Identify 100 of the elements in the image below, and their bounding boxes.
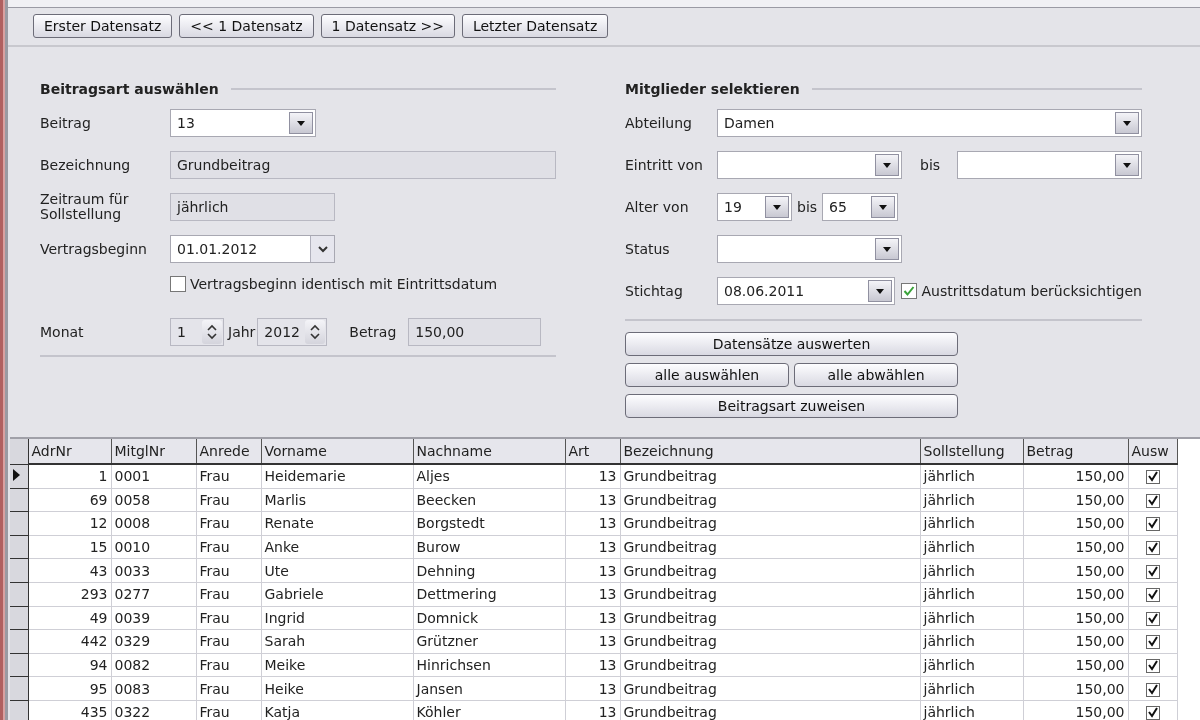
date-field[interactable]: 01.01.2012 [170,235,335,263]
table-corner [10,439,28,464]
column-header[interactable]: Art [565,439,620,464]
table-cell: 150,00 [1023,488,1128,512]
table-cell: 0058 [111,488,196,512]
column-header[interactable]: Bezeichnung [620,439,920,464]
table-cell: Jansen [413,676,565,701]
table-cell: 95 [28,676,111,701]
text-field[interactable]: Grundbeitrag [170,151,556,179]
table-cell: Heike [261,676,413,701]
row-selector[interactable] [10,700,28,720]
table-cell: 94 [28,653,111,677]
row-selector[interactable] [10,558,28,583]
checkbox-icon[interactable] [1145,541,1160,556]
row-selector[interactable] [10,582,28,607]
nav-button[interactable]: 1 Datensatz >> [320,14,455,38]
row-selector[interactable] [10,606,28,630]
spin-field[interactable]: 2012 [257,318,328,346]
age-dropdown[interactable]: 65 [822,193,899,221]
field-label: Jahr [228,324,256,340]
field-label: Stichtag [625,283,684,299]
text-field[interactable]: jährlich [170,193,335,221]
checkbox-icon[interactable] [1145,564,1160,579]
dropdown-button[interactable] [310,236,334,262]
row-selector[interactable] [10,535,28,559]
table-cell: Grundbeitrag [620,511,920,536]
table-cell: Dehning [413,558,565,583]
table-cell: Grundbeitrag [620,700,920,720]
table-cell: Dettmering [413,582,565,607]
checkbox[interactable] [170,276,186,292]
table-cell: Grundbeitrag [620,558,920,583]
table-cell: jährlich [920,606,1023,630]
checkbox[interactable] [901,283,918,299]
column-header[interactable]: Ausw [1128,439,1177,464]
dropdown-button[interactable] [289,112,313,134]
spin-field[interactable]: 1 [170,318,224,346]
spinner-button[interactable] [202,320,222,344]
dropdown-button[interactable] [868,280,893,302]
action-button[interactable]: alle abwählen [794,363,958,387]
table-cell: Frau [196,676,261,701]
table-cell: 0082 [111,653,196,677]
column-header[interactable]: AdrNr [28,439,111,464]
checkbox-icon[interactable] [1145,682,1160,697]
table-cell: Frau [196,558,261,583]
checkbox-icon[interactable] [1145,470,1160,485]
table-cell: 293 [28,582,111,607]
nav-button[interactable]: Erster Datensatz [33,14,173,38]
table-cell: 150,00 [1023,535,1128,559]
up-down-arrows-icon [206,323,218,341]
action-button[interactable]: alle auswählen [625,363,789,387]
table-cell: Hinrichsen [413,653,565,677]
table-cell: 0010 [111,535,196,559]
beitrag-dropdown[interactable]: 13 [170,109,316,137]
nav-button[interactable]: Letzter Datensatz [461,14,609,38]
row-selector[interactable] [10,676,28,701]
abteilung-dropdown[interactable]: Damen [717,109,1142,137]
column-header[interactable]: MitglNr [111,439,196,464]
dropdown-button[interactable] [1115,154,1139,176]
table-cell: 13 [565,606,620,630]
dropdown-button[interactable] [875,154,899,176]
dropdown-button[interactable] [871,196,896,218]
row-selector[interactable] [10,511,28,536]
table-cell: Köhler [413,700,565,720]
table-cell: jährlich [920,700,1023,720]
checkbox-icon[interactable] [1145,706,1160,720]
row-selector[interactable] [10,488,28,512]
checkbox-icon[interactable] [1145,635,1160,650]
row-selector[interactable] [10,464,28,489]
checkbox-icon[interactable] [1145,517,1160,532]
checkbox-icon[interactable] [1145,588,1160,603]
column-header[interactable]: Anrede [196,439,261,464]
field-label: Status [625,241,671,257]
column-header[interactable]: Vorname [261,439,413,464]
table-cell: jährlich [920,535,1023,559]
text-field[interactable]: 150,00 [408,318,542,346]
checkbox-icon[interactable] [1145,611,1160,626]
spinner-button[interactable] [305,320,326,344]
nav-button[interactable]: << 1 Datensatz [179,14,314,38]
table-cell: Grundbeitrag [620,464,920,489]
column-header[interactable]: Nachname [413,439,565,464]
dropdown-button[interactable] [765,196,789,218]
table-cell: 13 [565,582,620,607]
table-cell: 0277 [111,582,196,607]
row-selector[interactable] [10,629,28,654]
dropdown-button[interactable] [875,238,899,260]
checkbox-icon[interactable] [1145,493,1160,508]
table-cell: Grundbeitrag [620,535,920,559]
table-cell: Burow [413,535,565,559]
column-header[interactable]: Betrag [1023,439,1128,464]
action-button[interactable]: Beitragsart zuweisen [625,394,958,418]
table-cell: 0008 [111,511,196,536]
field-label: Vertragsbeginn [40,241,148,257]
action-button[interactable]: Datensätze auswerten [625,332,958,356]
date-dropdown[interactable]: 08.06.2011 [717,277,896,305]
dropdown-button[interactable] [1115,112,1139,134]
column-header[interactable]: Sollstellung [920,439,1023,464]
age-dropdown[interactable]: 19 [717,193,792,221]
row-selector[interactable] [10,653,28,677]
table-cell: jährlich [920,488,1023,512]
checkbox-icon[interactable] [1145,659,1160,674]
